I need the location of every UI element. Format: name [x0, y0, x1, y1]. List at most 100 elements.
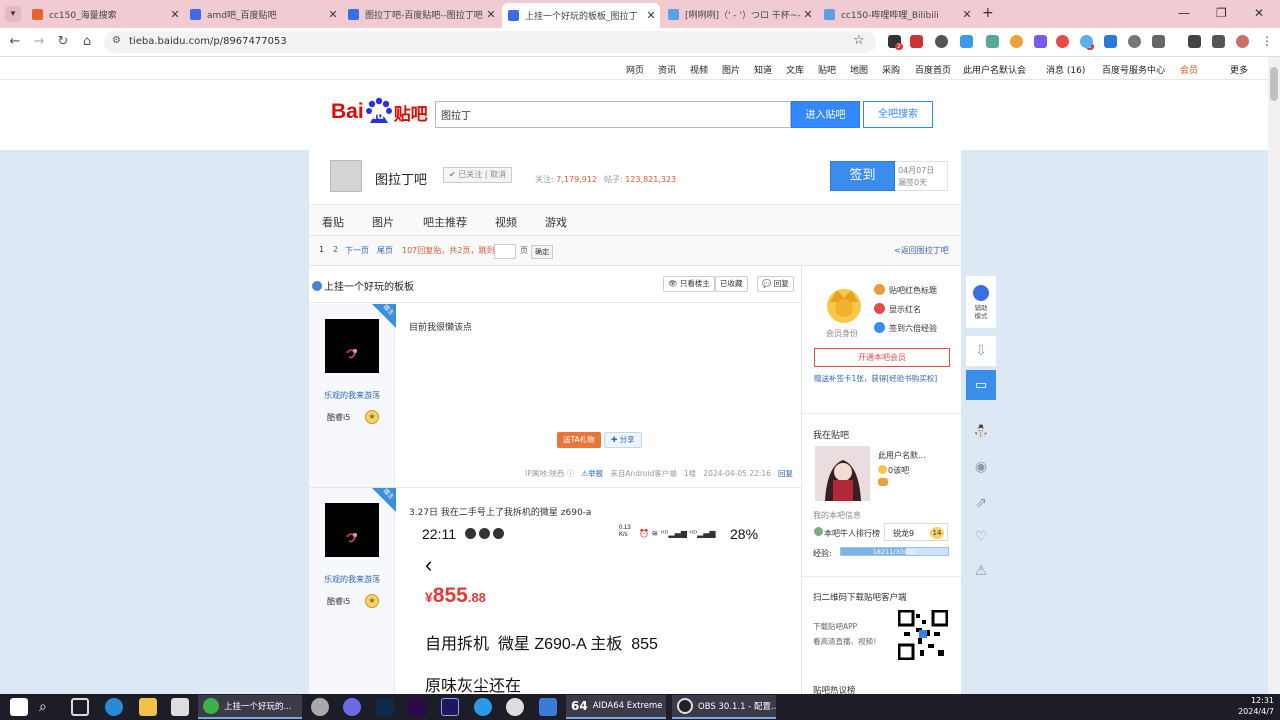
- extension-icon[interactable]: [1056, 35, 1069, 48]
- tab-posts[interactable]: 看贴: [322, 214, 344, 230]
- sidebar-panel-icon[interactable]: [1212, 35, 1225, 48]
- browser-tab[interactable]: cc150-哔哩哔哩_Bilibili ✕: [818, 4, 976, 24]
- avatar[interactable]: [325, 319, 379, 373]
- close-icon[interactable]: ✕: [484, 8, 498, 21]
- page-2[interactable]: 2: [333, 245, 338, 254]
- app-icon[interactable]: [474, 698, 492, 716]
- back-arrow-icon[interactable]: ←: [7, 34, 23, 50]
- address-bar[interactable]: ⚙ tieba.baidu.com/p/8967477053 ☆: [104, 31, 876, 53]
- biz-center-link[interactable]: 百度号服务中心: [1102, 63, 1165, 76]
- nav-link[interactable]: 视频: [690, 63, 708, 76]
- extension-icon[interactable]: [1080, 35, 1093, 48]
- next-page-link[interactable]: 下一页: [345, 245, 369, 256]
- taskbar-app-chrome[interactable]: 上挂一个好玩的...: [198, 695, 302, 719]
- file-explorer-icon[interactable]: [139, 698, 157, 716]
- system-clock[interactable]: 12:31 2024/4/7: [1228, 695, 1274, 717]
- photoshop-icon[interactable]: [376, 698, 394, 716]
- nav-link[interactable]: 地图: [850, 63, 868, 76]
- scrollbar-thumb[interactable]: [1270, 67, 1278, 101]
- close-icon[interactable]: ✕: [801, 8, 815, 21]
- browser-tab[interactable]: [咧咧咧]（' - '）つロ 干杯~-bi ✕: [662, 4, 817, 24]
- app-icon[interactable]: [343, 698, 361, 716]
- nav-link[interactable]: 资讯: [658, 63, 676, 76]
- nav-link[interactable]: 文库: [786, 63, 804, 76]
- browser-tab-active[interactable]: 上挂一个好玩的板板_图拉丁 ✕: [502, 3, 660, 28]
- favorited-button[interactable]: 已收藏: [715, 276, 748, 292]
- extensions-puzzle-icon[interactable]: [1152, 35, 1165, 48]
- only-op-button[interactable]: 👁 只看楼主: [663, 276, 715, 292]
- mascot-icon[interactable]: ⛄: [966, 418, 996, 448]
- last-page-link[interactable]: 尾页: [377, 245, 393, 256]
- avatar[interactable]: [325, 503, 379, 557]
- heart-icon[interactable]: ♡: [966, 522, 996, 552]
- assist-mode-button[interactable]: 辅助模式: [966, 276, 996, 328]
- download-icon[interactable]: ⇩: [966, 336, 996, 366]
- user-avatar[interactable]: [815, 446, 870, 501]
- extension-icon[interactable]: [1104, 35, 1117, 48]
- taskbar-app-obs[interactable]: OBS 30.1.1 - 配置...: [672, 695, 776, 719]
- nav-link[interactable]: 图片: [722, 63, 740, 76]
- enter-forum-button[interactable]: 进入贴吧: [791, 101, 860, 128]
- search-input[interactable]: [441, 102, 781, 126]
- browser-tab[interactable]: amd吧_百度贴吧 ✕: [184, 4, 342, 24]
- windows-start-icon[interactable]: [10, 698, 28, 716]
- tab-videos[interactable]: 视频: [495, 214, 517, 230]
- baidu-tieba-logo[interactable]: Bai du 贴吧: [331, 97, 428, 127]
- close-icon[interactable]: ✕: [168, 8, 182, 21]
- extension-icon[interactable]: [1034, 35, 1047, 48]
- share-button[interactable]: ✚ 分享: [604, 432, 642, 448]
- close-window-icon[interactable]: ✕: [1254, 6, 1264, 20]
- nav-link[interactable]: 贴吧: [818, 63, 836, 76]
- back-to-forum-link[interactable]: <返回图拉丁吧: [894, 245, 949, 256]
- close-icon[interactable]: ✕: [960, 8, 974, 21]
- forward-arrow-icon[interactable]: →: [31, 34, 47, 50]
- vip-link[interactable]: 会员: [1180, 63, 1198, 76]
- user-name[interactable]: 此用户名默...: [878, 450, 926, 461]
- vip-gift-note[interactable]: 赠送补签卡1张，获得[经验书购买权]: [814, 373, 937, 384]
- post-image[interactable]: 22:11 0.13 K/s ⏰ ≋ ᴴᴰ▂▄▆ ᴴᴰ▂▄▆ 28% ‹ ¥85…: [409, 520, 799, 696]
- app-icon[interactable]: [539, 698, 557, 716]
- nav-link[interactable]: 知道: [754, 63, 772, 76]
- edge-icon[interactable]: [105, 698, 123, 716]
- new-tab-button[interactable]: +: [982, 5, 994, 21]
- extension-icon[interactable]: [986, 35, 999, 48]
- report-link[interactable]: ⚠举报: [581, 469, 603, 478]
- close-icon[interactable]: ✕: [326, 8, 340, 21]
- messages-link[interactable]: 消息 (16): [1046, 63, 1085, 76]
- app-icon[interactable]: [506, 698, 524, 716]
- home-icon[interactable]: ⌂: [79, 34, 95, 50]
- nav-link[interactable]: 百度首页: [915, 63, 951, 76]
- page-1[interactable]: 1: [319, 245, 324, 254]
- extension-icon[interactable]: [910, 35, 923, 48]
- author-name[interactable]: 乐观的我来游荡: [309, 390, 395, 401]
- minimize-icon[interactable]: —: [1178, 6, 1190, 20]
- search-box[interactable]: [435, 101, 791, 128]
- after-effects-icon[interactable]: [441, 698, 459, 716]
- author-name[interactable]: 乐观的我来游荡: [309, 574, 395, 585]
- page-scrollbar[interactable]: [1268, 57, 1280, 694]
- game-icon[interactable]: ◉: [966, 452, 996, 482]
- sign-in-button[interactable]: 签到: [830, 161, 895, 191]
- comment-icon[interactable]: ▭: [966, 370, 996, 400]
- forum-name[interactable]: 图拉丁吧: [375, 169, 427, 188]
- user-menu[interactable]: 此用户名默认会: [963, 63, 1026, 76]
- taskbar-app-aida64[interactable]: 64 AIDA64 Extreme ...: [566, 695, 666, 719]
- nav-link[interactable]: 采购: [882, 63, 900, 76]
- tab-recommend[interactable]: 吧主推荐: [423, 214, 467, 230]
- extension-icon[interactable]: [935, 35, 948, 48]
- extension-icon[interactable]: [960, 35, 973, 48]
- extension-icon[interactable]: [1128, 35, 1141, 48]
- more-link[interactable]: 更多: [1230, 63, 1248, 76]
- premiere-icon[interactable]: [408, 698, 426, 716]
- page-jump-input[interactable]: [494, 244, 516, 259]
- browser-tab[interactable]: cc150_海量搜索 ✕: [26, 4, 184, 24]
- tab-images[interactable]: 图片: [372, 214, 394, 230]
- extension-icon[interactable]: [1010, 35, 1023, 48]
- nav-link[interactable]: 网页: [626, 63, 644, 76]
- app-icon[interactable]: [311, 698, 329, 716]
- tab-search-button[interactable]: ▾: [5, 6, 21, 22]
- close-icon[interactable]: ✕: [644, 9, 658, 22]
- gift-button[interactable]: 送TA礼物: [557, 432, 601, 448]
- profile-avatar-icon[interactable]: [1236, 35, 1249, 48]
- reload-icon[interactable]: ↻: [55, 34, 71, 50]
